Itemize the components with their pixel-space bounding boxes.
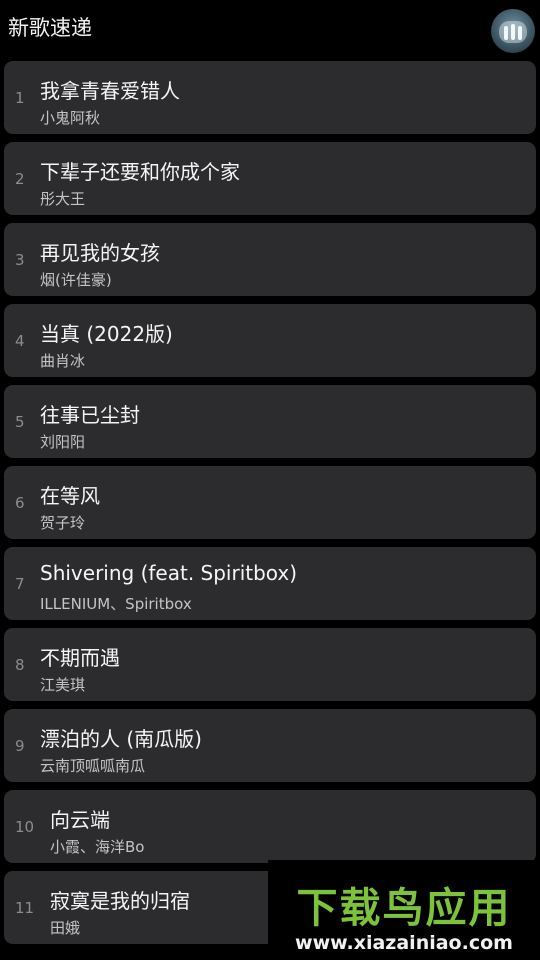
song-artist: ILLENIUM、Spiritbox <box>40 595 192 613</box>
avatar-bar <box>518 26 522 40</box>
song-title: 寂寞是我的归宿 <box>50 889 190 913</box>
song-item[interactable]: 6 在等风 贺子玲 <box>4 466 536 539</box>
song-number: 2 <box>15 170 25 188</box>
song-artist: 小鬼阿秋 <box>40 109 101 127</box>
app-header: 新歌速递 <box>0 0 540 60</box>
song-item[interactable]: 4 当真 (2022版) 曲肖冰 <box>4 304 536 377</box>
song-item[interactable]: 7 Shivering (feat. Spiritbox) ILLENIUM、S… <box>4 547 536 620</box>
song-artist: 彤大王 <box>40 190 86 208</box>
song-artist: 云南顶呱呱南瓜 <box>40 757 146 775</box>
song-number: 9 <box>15 737 25 755</box>
song-title: Shivering (feat. Spiritbox) <box>40 561 298 585</box>
watermark-url: www.xiazainiao.com <box>295 932 513 954</box>
song-number: 8 <box>15 656 25 674</box>
song-artist: 刘阳阳 <box>40 433 86 451</box>
song-number: 1 <box>15 89 25 107</box>
song-title: 我拿青春爱错人 <box>40 79 180 103</box>
song-number: 3 <box>15 251 25 269</box>
song-title: 往事已尘封 <box>40 403 140 427</box>
song-artist: 江美琪 <box>40 676 86 694</box>
song-artist: 田娥 <box>50 919 81 937</box>
song-artist: 曲肖冰 <box>40 352 86 370</box>
avatar-bar <box>511 24 515 40</box>
song-title: 再见我的女孩 <box>40 241 160 265</box>
song-number: 10 <box>15 818 35 836</box>
song-number: 5 <box>15 413 25 431</box>
song-item[interactable]: 1 我拿青春爱错人 小鬼阿秋 <box>4 61 536 134</box>
avatar-bar <box>504 26 508 40</box>
song-title: 向云端 <box>50 808 110 832</box>
song-artist: 小霞、海洋Bo <box>50 838 145 856</box>
song-title: 下辈子还要和你成个家 <box>40 160 240 184</box>
song-title: 在等风 <box>40 484 100 508</box>
watermark: 下载鸟应用 www.xiazainiao.com <box>268 860 540 960</box>
song-item[interactable]: 10 向云端 小霞、海洋Bo <box>4 790 536 863</box>
song-number: 11 <box>15 899 35 917</box>
song-item[interactable]: 8 不期而遇 江美琪 <box>4 628 536 701</box>
song-title: 当真 (2022版) <box>40 322 173 346</box>
song-list: 1 我拿青春爱错人 小鬼阿秋 2 下辈子还要和你成个家 彤大王 3 再见我的女孩… <box>4 61 536 952</box>
song-artist: 烟(许佳豪) <box>40 271 112 289</box>
song-item[interactable]: 2 下辈子还要和你成个家 彤大王 <box>4 142 536 215</box>
page-title: 新歌速递 <box>8 16 92 40</box>
song-artist: 贺子玲 <box>40 514 86 532</box>
song-number: 7 <box>15 575 25 593</box>
song-title: 不期而遇 <box>40 646 120 670</box>
song-title: 漂泊的人 (南瓜版) <box>40 727 202 751</box>
watermark-brand: 下载鸟应用 <box>296 884 512 932</box>
song-item[interactable]: 3 再见我的女孩 烟(许佳豪) <box>4 223 536 296</box>
song-number: 6 <box>15 494 25 512</box>
song-number: 4 <box>15 332 25 350</box>
song-item[interactable]: 5 往事已尘封 刘阳阳 <box>4 385 536 458</box>
song-item[interactable]: 9 漂泊的人 (南瓜版) 云南顶呱呱南瓜 <box>4 709 536 782</box>
music-avatar-icon[interactable] <box>491 9 535 53</box>
